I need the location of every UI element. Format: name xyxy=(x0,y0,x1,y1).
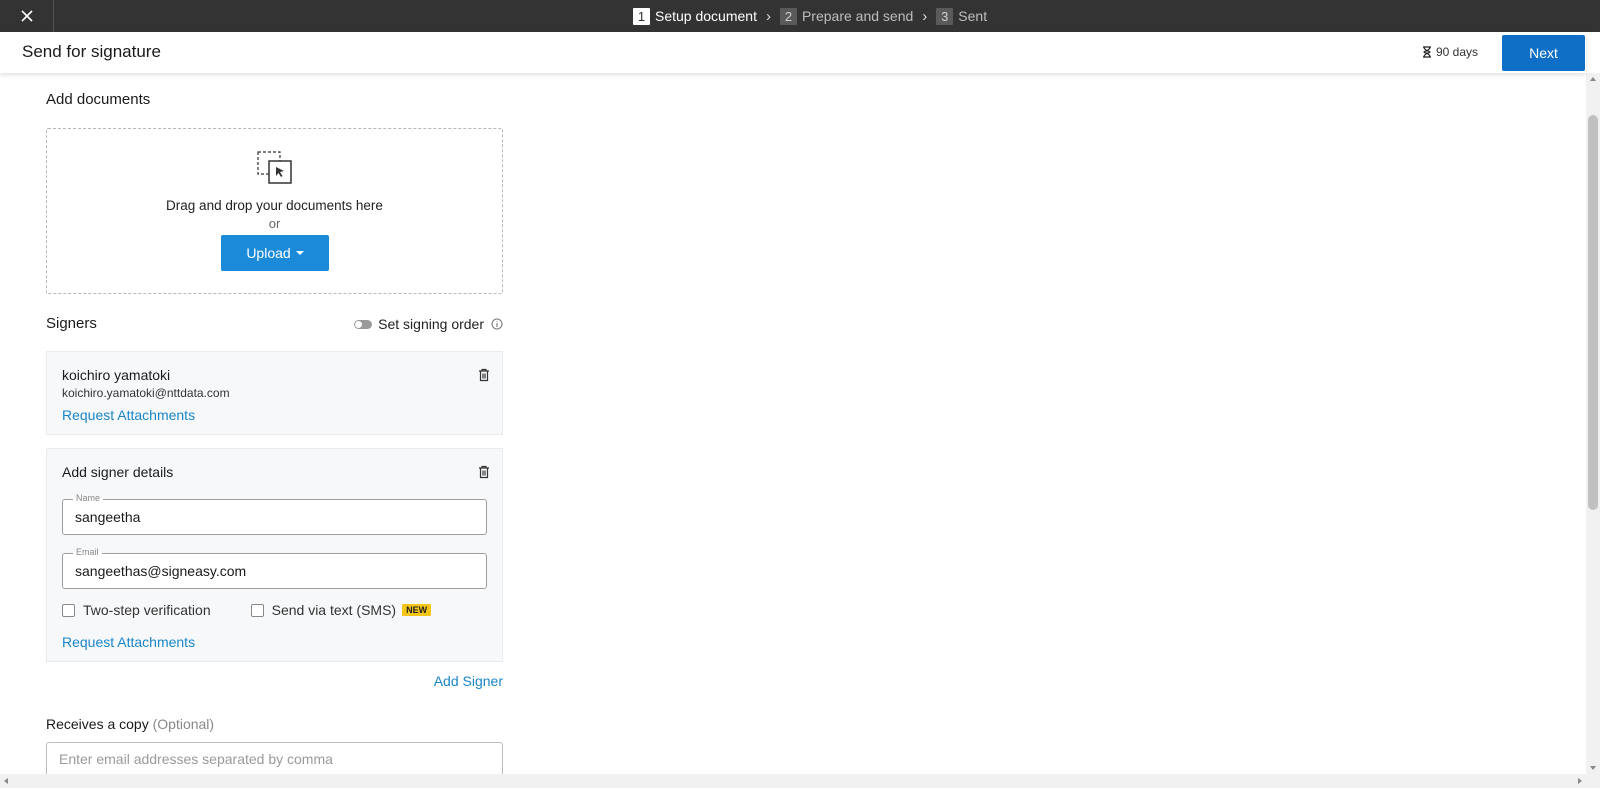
vertical-scrollbar[interactable] xyxy=(1586,73,1600,774)
document-dropzone[interactable]: Drag and drop your documents here or Upl… xyxy=(46,128,503,294)
signer-email: koichiro.yamatoki@nttdata.com xyxy=(62,386,230,400)
receives-copy-label: Receives a copy xyxy=(46,716,149,732)
upload-button[interactable]: Upload xyxy=(221,235,329,271)
drop-or-text: or xyxy=(268,216,281,231)
add-signer-link[interactable]: Add Signer xyxy=(434,673,503,689)
two-step-verification-checkbox[interactable] xyxy=(62,603,75,617)
step-label: Prepare and send xyxy=(801,8,914,24)
scrollbar-thumb[interactable] xyxy=(1588,115,1598,510)
step-number: 3 xyxy=(936,7,954,25)
drag-drop-icon xyxy=(257,151,292,184)
send-via-sms-option[interactable]: Send via text (SMS) NEW xyxy=(250,602,432,618)
step-progress: 1 Setup document › 2 Prepare and send › … xyxy=(633,0,987,32)
send-via-sms-label: Send via text (SMS) xyxy=(271,602,397,618)
caret-down-icon xyxy=(295,251,304,255)
close-button[interactable] xyxy=(0,0,54,32)
upload-label: Upload xyxy=(246,245,291,261)
add-signer-card: Add signer details Name Email Two-step v… xyxy=(46,448,503,662)
send-via-sms-checkbox[interactable] xyxy=(250,603,264,617)
step-sent: 3 Sent xyxy=(936,7,988,25)
add-signer-details-title: Add signer details xyxy=(62,464,174,480)
chevron-right-icon: › xyxy=(922,7,928,25)
scroll-left-arrow-icon[interactable] xyxy=(4,778,8,784)
two-step-verification-label: Two-step verification xyxy=(83,602,211,618)
chevron-right-icon: › xyxy=(765,7,771,25)
new-badge: NEW xyxy=(402,604,432,616)
step-setup-document: 1 Setup document xyxy=(633,7,757,25)
top-bar: 1 Setup document › 2 Prepare and send › … xyxy=(0,0,1600,32)
page-title: Send for signature xyxy=(22,42,161,61)
step-label: Setup document xyxy=(655,8,757,24)
signing-order-toggle-row: Set signing order xyxy=(354,316,503,332)
scroll-up-arrow-icon[interactable] xyxy=(1590,77,1596,81)
page-header: Send for signature 90 days Next xyxy=(0,32,1586,73)
close-icon xyxy=(20,10,33,22)
drop-instructions: Drag and drop your documents here xyxy=(166,198,383,213)
step-label: Sent xyxy=(958,8,988,24)
scroll-right-arrow-icon[interactable] xyxy=(1578,778,1582,784)
step-number: 1 xyxy=(633,7,650,25)
signer-name-input[interactable] xyxy=(75,509,475,525)
signing-order-label: Set signing order xyxy=(378,316,484,332)
receives-copy-title: Receives a copy (Optional) xyxy=(46,716,214,732)
signer-name-field[interactable]: Name xyxy=(62,493,487,535)
cc-email-field[interactable] xyxy=(46,742,503,778)
signer-options: Two-step verification Send via text (SMS… xyxy=(62,602,432,618)
trash-icon[interactable] xyxy=(478,368,490,382)
step-number: 2 xyxy=(779,7,797,25)
signer-email-input[interactable] xyxy=(75,563,475,579)
expiry-text: 90 days xyxy=(1436,45,1479,59)
scroll-down-arrow-icon[interactable] xyxy=(1590,766,1596,770)
next-button[interactable]: Next xyxy=(1502,35,1585,71)
request-attachments-link[interactable]: Request Attachments xyxy=(62,634,195,650)
cc-email-input[interactable] xyxy=(59,751,489,767)
horizontal-scrollbar[interactable] xyxy=(0,774,1600,788)
signer-card: koichiro yamatoki koichiro.yamatoki@nttd… xyxy=(46,351,503,435)
signers-title: Signers xyxy=(46,315,97,332)
two-step-verification-option[interactable]: Two-step verification xyxy=(62,602,211,618)
name-field-label: Name xyxy=(73,493,104,503)
request-attachments-link[interactable]: Request Attachments xyxy=(62,407,195,423)
info-icon[interactable] xyxy=(491,318,503,330)
email-field-label: Email xyxy=(73,547,102,557)
signer-email-field[interactable]: Email xyxy=(62,547,487,589)
add-documents-title: Add documents xyxy=(46,91,151,108)
optional-label: (Optional) xyxy=(152,716,215,732)
trash-icon[interactable] xyxy=(478,465,490,479)
expiry-indicator[interactable]: 90 days xyxy=(1422,45,1478,59)
signing-order-toggle[interactable] xyxy=(354,319,373,329)
signer-name: koichiro yamatoki xyxy=(62,367,171,383)
step-prepare-and-send: 2 Prepare and send xyxy=(779,7,914,25)
hourglass-icon xyxy=(1423,46,1431,58)
